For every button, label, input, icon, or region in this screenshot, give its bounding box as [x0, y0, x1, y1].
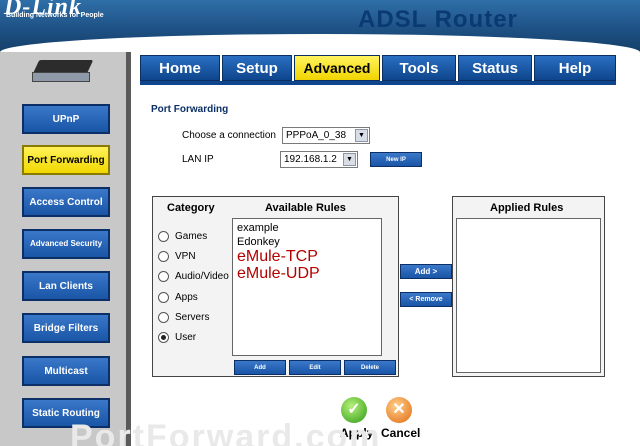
- chevron-down-icon: ▼: [355, 129, 368, 142]
- edit-rule-button[interactable]: Edit: [289, 360, 341, 375]
- category-user[interactable]: User: [158, 332, 196, 343]
- close-icon: ✕: [392, 401, 406, 418]
- lan-ip-select[interactable]: 192.168.1.2 ▼: [280, 151, 358, 168]
- sidebar-item-lan-clients[interactable]: Lan Clients: [22, 271, 110, 301]
- sidebar-item-multicast[interactable]: Multicast: [22, 356, 110, 386]
- connection-value: PPPoA_0_38: [286, 130, 347, 141]
- list-item[interactable]: eMule-UDP: [237, 265, 320, 283]
- connection-select[interactable]: PPPoA_0_38 ▼: [282, 127, 370, 144]
- lan-ip-label: LAN IP: [182, 154, 214, 165]
- new-ip-button[interactable]: New IP: [370, 152, 422, 167]
- category-heading: Category: [167, 202, 215, 214]
- tab-setup[interactable]: Setup: [222, 55, 292, 81]
- available-rules-heading: Available Rules: [265, 202, 346, 214]
- sidebar-item-port-forwarding[interactable]: Port Forwarding: [22, 145, 110, 175]
- category-games[interactable]: Games: [158, 231, 207, 242]
- page-title: Port Forwarding: [151, 104, 229, 115]
- cancel-label[interactable]: Cancel: [381, 426, 420, 440]
- list-item[interactable]: eMule-TCP: [237, 248, 318, 266]
- radio-audio-video[interactable]: [158, 271, 169, 282]
- radio-games[interactable]: [158, 231, 169, 242]
- router-device-icon: [30, 58, 94, 86]
- radio-servers[interactable]: [158, 312, 169, 323]
- tab-help[interactable]: Help: [534, 55, 616, 81]
- watermark: PortForward.com: [70, 418, 382, 446]
- tab-status[interactable]: Status: [458, 55, 532, 81]
- remove-from-applied-button[interactable]: < Remove: [400, 292, 452, 307]
- applied-rules-list[interactable]: [456, 218, 601, 373]
- category-vpn[interactable]: VPN: [158, 251, 196, 262]
- list-item[interactable]: Edonkey: [237, 236, 280, 248]
- available-rules-list[interactable]: example Edonkey eMule-TCP eMule-UDP: [232, 218, 382, 356]
- sidebar-item-bridge-filters[interactable]: Bridge Filters: [22, 313, 110, 343]
- add-rule-button[interactable]: Add: [234, 360, 286, 375]
- category-audio-video[interactable]: Audio/Video: [158, 271, 229, 282]
- list-item[interactable]: example: [237, 222, 279, 234]
- lan-ip-value: 192.168.1.2: [284, 154, 337, 165]
- category-apps[interactable]: Apps: [158, 292, 198, 303]
- sidebar-divider: [126, 52, 131, 446]
- tab-tools[interactable]: Tools: [382, 55, 456, 81]
- radio-apps[interactable]: [158, 292, 169, 303]
- product-title: ADSL Router: [358, 6, 518, 33]
- tab-underline: [140, 81, 616, 85]
- category-servers[interactable]: Servers: [158, 312, 209, 323]
- tab-advanced[interactable]: Advanced: [294, 55, 380, 81]
- radio-user[interactable]: [158, 332, 169, 343]
- chevron-down-icon: ▼: [343, 153, 356, 166]
- header-banner: D-Link Building Networks for People ADSL…: [0, 0, 640, 56]
- cancel-button[interactable]: ✕: [386, 397, 412, 423]
- connection-label: Choose a connection: [182, 130, 276, 141]
- applied-rules-heading: Applied Rules: [490, 202, 564, 214]
- radio-vpn[interactable]: [158, 251, 169, 262]
- sidebar-item-advanced-security[interactable]: Advanced Security: [22, 229, 110, 259]
- brand-tagline: Building Networks for People: [6, 12, 104, 19]
- tab-home[interactable]: Home: [140, 55, 220, 81]
- sidebar-item-access-control[interactable]: Access Control: [22, 187, 110, 217]
- sidebar-item-upnp[interactable]: UPnP: [22, 104, 110, 134]
- delete-rule-button[interactable]: Delete: [344, 360, 396, 375]
- top-tabs: Home Setup Advanced Tools Status Help: [140, 55, 616, 83]
- add-to-applied-button[interactable]: Add >: [400, 264, 452, 279]
